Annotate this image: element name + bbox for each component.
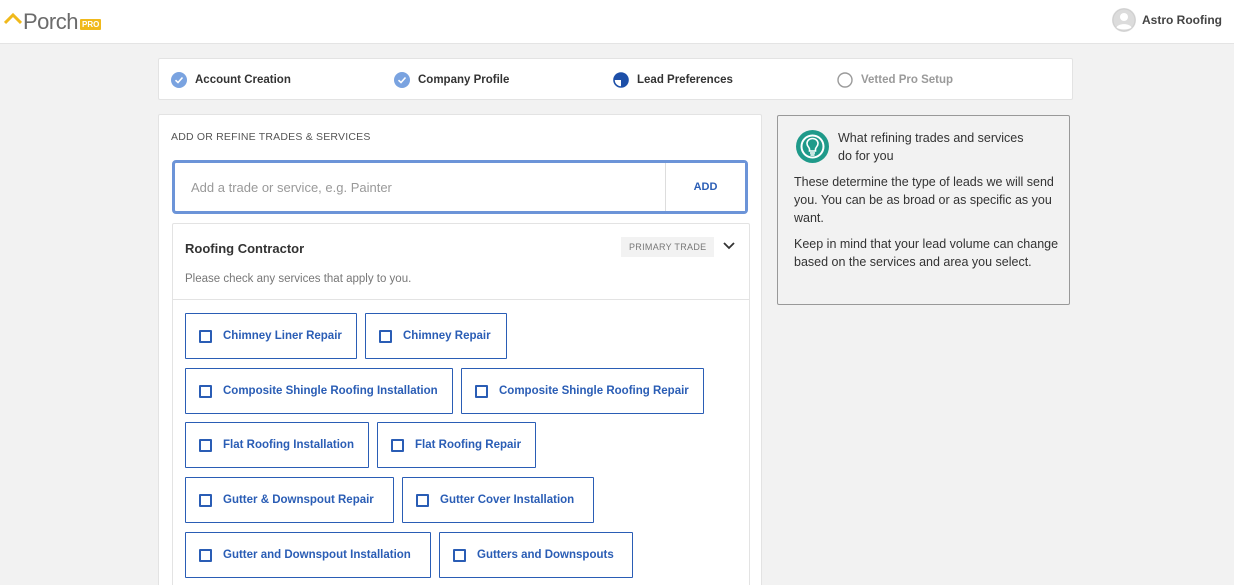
user-name: Astro Roofing: [1142, 13, 1222, 27]
lightbulb-icon: [796, 130, 829, 163]
logo-pro-badge: PRO: [79, 19, 102, 30]
checkbox[interactable]: [199, 329, 212, 343]
service-option[interactable]: Flat Roofing Installation: [185, 422, 369, 468]
porch-pro-logo[interactable]: Porch PRO: [4, 9, 102, 35]
step-label: Lead Preferences: [637, 73, 733, 86]
empty-circle-icon: [837, 71, 853, 88]
service-label: Gutter Cover Installation: [440, 494, 575, 506]
trade-panel-roofing: Roofing Contractor PRIMARY TRADE Please …: [172, 223, 750, 585]
top-bar: Porch PRO Astro Roofing: [0, 0, 1234, 44]
step-lead-preferences[interactable]: Lead Preferences: [613, 71, 733, 88]
chevron-down-icon[interactable]: [722, 241, 736, 251]
check-circle-icon: [171, 71, 187, 88]
checkbox[interactable]: [199, 548, 212, 562]
checkbox[interactable]: [379, 329, 392, 343]
step-label: Vetted Pro Setup: [861, 73, 954, 86]
checkbox[interactable]: [199, 384, 212, 398]
trade-name: Roofing Contractor: [185, 241, 305, 256]
service-option[interactable]: Chimney Repair: [365, 313, 507, 359]
service-option[interactable]: Gutter Cover Installation: [402, 477, 594, 523]
service-option[interactable]: Gutter & Downspout Repair: [185, 477, 394, 523]
service-option[interactable]: Composite Shingle Roofing Repair: [461, 368, 704, 414]
service-option[interactable]: Flat Roofing Repair: [377, 422, 536, 468]
step-vetted-pro-setup[interactable]: Vetted Pro Setup: [837, 71, 953, 88]
trade-search-box: ADD: [172, 160, 748, 214]
primary-trade-badge: PRIMARY TRADE: [621, 237, 715, 257]
service-label: Flat Roofing Installation: [223, 439, 354, 451]
service-label: Chimney Repair: [403, 330, 491, 342]
divider: [173, 299, 749, 300]
service-label: Gutter and Downspout Installation: [223, 549, 411, 561]
info-card: What refining trades and services do for…: [777, 115, 1070, 305]
service-option[interactable]: Composite Shingle Roofing Installation: [185, 368, 453, 414]
user-menu[interactable]: Astro Roofing: [1112, 8, 1222, 32]
service-option[interactable]: Gutter and Downspout Installation: [185, 532, 431, 578]
service-label: Composite Shingle Roofing Repair: [499, 385, 689, 397]
checkbox[interactable]: [199, 438, 212, 452]
trade-search-input[interactable]: [175, 163, 665, 211]
trade-hint: Please check any services that apply to …: [185, 273, 412, 285]
step-account-creation[interactable]: Account Creation: [171, 71, 291, 88]
step-label: Account Creation: [195, 73, 291, 86]
checkbox[interactable]: [391, 438, 404, 452]
step-company-profile[interactable]: Company Profile: [394, 71, 509, 88]
info-paragraph: These determine the type of leads we wil…: [794, 175, 1054, 225]
user-avatar-icon: [1112, 8, 1136, 32]
info-heading: What refining trades and services do for…: [838, 131, 1024, 163]
info-paragraph: Keep in mind that your lead volume can c…: [794, 237, 1059, 269]
checkbox[interactable]: [416, 493, 429, 507]
half-circle-icon: [613, 71, 629, 88]
check-circle-icon: [394, 71, 410, 88]
checkbox[interactable]: [199, 493, 212, 507]
service-option[interactable]: Chimney Liner Repair: [185, 313, 357, 359]
section-title: ADD OR REFINE TRADES & SERVICES: [171, 131, 371, 143]
checkbox[interactable]: [475, 384, 488, 398]
service-label: Composite Shingle Roofing Installation: [223, 385, 438, 397]
step-label: Company Profile: [418, 73, 510, 86]
checkbox[interactable]: [453, 548, 466, 562]
logo-text: Porch: [23, 9, 78, 34]
service-option[interactable]: Gutters and Downspouts: [439, 532, 633, 578]
add-trade-button[interactable]: ADD: [665, 163, 745, 211]
onboarding-stepper: Account Creation Company Profile Lead Pr…: [158, 58, 1073, 100]
porch-roof-icon: [4, 12, 22, 25]
trades-card: ADD OR REFINE TRADES & SERVICES ADD Roof…: [158, 114, 762, 585]
service-label: Gutter & Downspout Repair: [223, 494, 374, 506]
service-label: Gutters and Downspouts: [477, 549, 614, 561]
service-label: Flat Roofing Repair: [415, 439, 522, 451]
service-label: Chimney Liner Repair: [223, 330, 342, 342]
